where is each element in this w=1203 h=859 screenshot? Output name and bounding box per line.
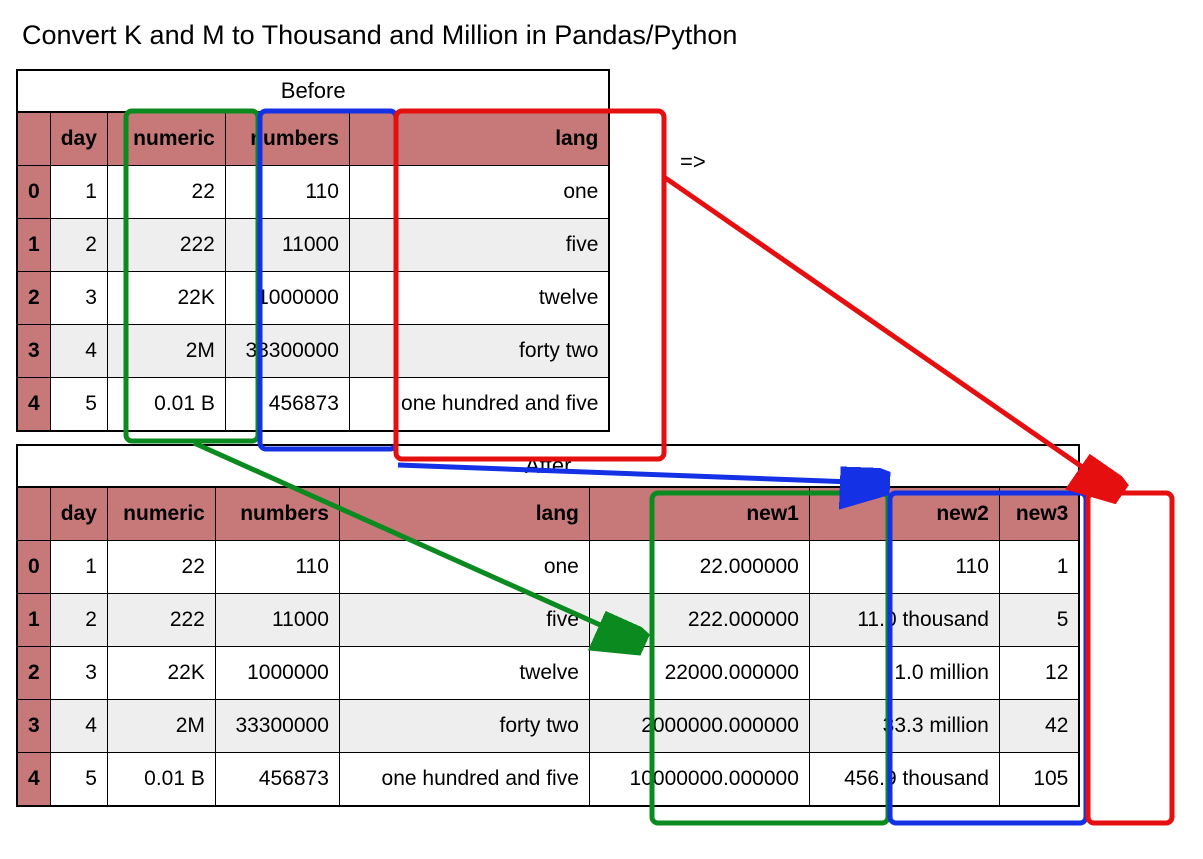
cell-numbers: 110: [225, 166, 349, 219]
cell-lang: forty two: [339, 700, 589, 753]
cell-day: 2: [50, 594, 107, 647]
cell-new1: 10000000.000000: [589, 753, 809, 807]
cell-numeric: 22: [107, 541, 215, 594]
cell-new2: 33.3 million: [809, 700, 999, 753]
before-col-numeric: numeric: [107, 112, 225, 166]
row-index: 0: [17, 166, 50, 219]
after-caption: After: [16, 444, 1080, 486]
row-index: 4: [17, 378, 50, 432]
cell-day: 3: [50, 647, 107, 700]
cell-lang: one hundred and five: [349, 378, 609, 432]
cell-day: 4: [50, 700, 107, 753]
cell-numbers: 11000: [215, 594, 339, 647]
cell-new3: 5: [999, 594, 1079, 647]
row-index: 1: [17, 219, 50, 272]
cell-lang: one hundred and five: [339, 753, 589, 807]
before-corner: [17, 112, 50, 166]
after-table: After day numeric numbers lang new1 new2…: [16, 444, 1080, 807]
page-title: Convert K and M to Thousand and Million …: [22, 20, 1187, 51]
table-row: 0 1 22 110 one: [17, 166, 609, 219]
after-corner: [17, 487, 50, 541]
row-index: 0: [17, 541, 50, 594]
cell-new3: 12: [999, 647, 1079, 700]
row-index: 2: [17, 647, 50, 700]
table-row: 4 5 0.01 B 456873 one hundred and five: [17, 378, 609, 432]
cell-new3: 1: [999, 541, 1079, 594]
cell-numbers: 1000000: [225, 272, 349, 325]
cell-numeric: 0.01 B: [107, 753, 215, 807]
before-table: Before day numeric numbers lang 0 1 22 1…: [16, 69, 610, 432]
cell-day: 5: [50, 753, 107, 807]
row-index: 4: [17, 753, 50, 807]
table-row: 3 4 2M 33300000 forty two 2000000.000000…: [17, 700, 1079, 753]
cell-new1: 22000.000000: [589, 647, 809, 700]
table-row: 1 2 222 11000 five 222.000000 11.0 thous…: [17, 594, 1079, 647]
after-col-numbers: numbers: [215, 487, 339, 541]
cell-new3: 42: [999, 700, 1079, 753]
table-row: 2 3 22K 1000000 twelve 22000.000000 1.0 …: [17, 647, 1079, 700]
cell-numbers: 1000000: [215, 647, 339, 700]
cell-day: 2: [50, 219, 107, 272]
cell-new2: 456.9 thousand: [809, 753, 999, 807]
cell-lang: twelve: [349, 272, 609, 325]
after-col-day: day: [50, 487, 107, 541]
after-col-new2: new2: [809, 487, 999, 541]
cell-numeric: 222: [107, 219, 225, 272]
table-row: 2 3 22K 1000000 twelve: [17, 272, 609, 325]
cell-new1: 2000000.000000: [589, 700, 809, 753]
arrow-symbol-icon: =>: [680, 149, 706, 175]
before-col-numbers: numbers: [225, 112, 349, 166]
after-col-lang: lang: [339, 487, 589, 541]
cell-new1: 222.000000: [589, 594, 809, 647]
cell-numbers: 456873: [215, 753, 339, 807]
cell-lang: twelve: [339, 647, 589, 700]
cell-new2: 1.0 million: [809, 647, 999, 700]
cell-numeric: 22K: [107, 272, 225, 325]
cell-numeric: 2M: [107, 325, 225, 378]
cell-numeric: 0.01 B: [107, 378, 225, 432]
table-row: 4 5 0.01 B 456873 one hundred and five 1…: [17, 753, 1079, 807]
cell-day: 1: [50, 166, 107, 219]
cell-lang: five: [339, 594, 589, 647]
after-header-row: day numeric numbers lang new1 new2 new3: [17, 487, 1079, 541]
before-col-day: day: [50, 112, 107, 166]
cell-lang: one: [339, 541, 589, 594]
table-row: 1 2 222 11000 five: [17, 219, 609, 272]
cell-new2: 11.0 thousand: [809, 594, 999, 647]
cell-numbers: 11000: [225, 219, 349, 272]
cell-numeric: 222: [107, 594, 215, 647]
highlight-after-new3-icon: [1088, 493, 1172, 823]
row-index: 2: [17, 272, 50, 325]
after-col-numeric: numeric: [107, 487, 215, 541]
row-index: 3: [17, 700, 50, 753]
cell-numbers: 456873: [225, 378, 349, 432]
cell-lang: forty two: [349, 325, 609, 378]
cell-numeric: 2M: [107, 700, 215, 753]
cell-new3: 105: [999, 753, 1079, 807]
after-col-new1: new1: [589, 487, 809, 541]
before-col-lang: lang: [349, 112, 609, 166]
cell-numbers: 33300000: [215, 700, 339, 753]
cell-numbers: 33300000: [225, 325, 349, 378]
cell-lang: one: [349, 166, 609, 219]
before-caption: Before: [16, 69, 610, 111]
cell-numeric: 22K: [107, 647, 215, 700]
row-index: 3: [17, 325, 50, 378]
table-row: 0 1 22 110 one 22.000000 110 1: [17, 541, 1079, 594]
cell-lang: five: [349, 219, 609, 272]
after-col-new3: new3: [999, 487, 1079, 541]
table-row: 3 4 2M 33300000 forty two: [17, 325, 609, 378]
cell-day: 1: [50, 541, 107, 594]
cell-numeric: 22: [107, 166, 225, 219]
cell-numbers: 110: [215, 541, 339, 594]
cell-new1: 22.000000: [589, 541, 809, 594]
arrow-lang-to-new3-icon: [664, 177, 1114, 489]
cell-day: 4: [50, 325, 107, 378]
before-header-row: day numeric numbers lang: [17, 112, 609, 166]
cell-day: 3: [50, 272, 107, 325]
cell-day: 5: [50, 378, 107, 432]
cell-new2: 110: [809, 541, 999, 594]
row-index: 1: [17, 594, 50, 647]
diagram-stage: Before day numeric numbers lang 0 1 22 1…: [16, 69, 1187, 807]
